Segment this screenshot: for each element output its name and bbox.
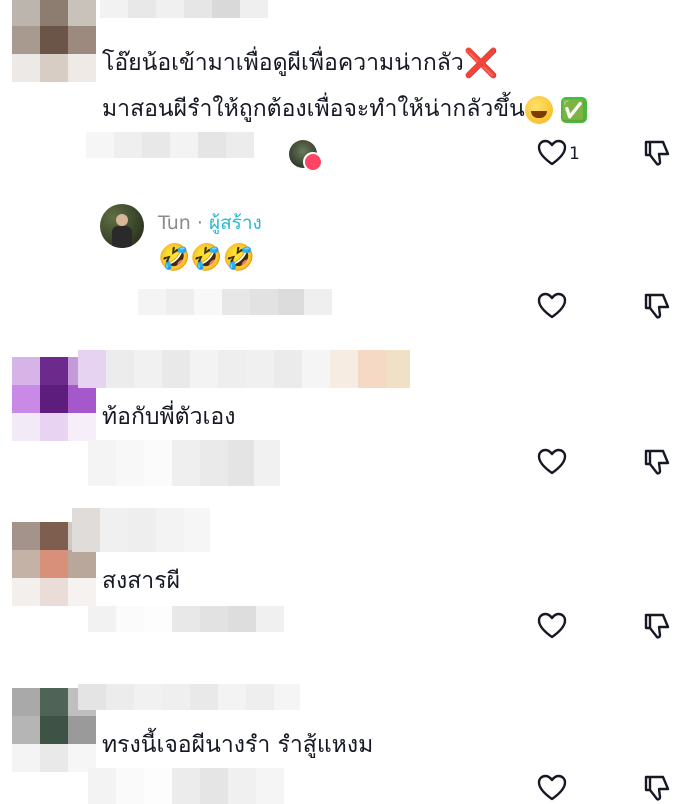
username-blurred[interactable] xyxy=(78,684,300,710)
dislike-icon[interactable] xyxy=(640,772,672,804)
heart-badge-icon xyxy=(303,152,323,172)
username-blurred[interactable] xyxy=(78,350,410,388)
timestamp-blurred xyxy=(88,606,284,632)
like-heart-icon[interactable] xyxy=(536,446,568,478)
comment-text: โอ๊ยน้อเข้ามาเพื่อดูผีเพื่อความน่ากลัว❌ xyxy=(102,48,499,79)
comment-text: มาสอนผีรำให้ถูกต้องเพื่อจะทำให้น่ากลัวขึ… xyxy=(102,94,587,124)
timestamp-blurred xyxy=(88,440,280,486)
like-count: 1 xyxy=(569,144,580,164)
timestamp-blurred xyxy=(88,768,284,804)
username-blurred[interactable] xyxy=(100,0,270,18)
creator-liked-avatar xyxy=(289,140,323,172)
avatar[interactable] xyxy=(12,0,96,82)
like-heart-icon[interactable] xyxy=(536,610,568,642)
like-heart-icon[interactable] xyxy=(536,137,568,169)
dislike-icon[interactable] xyxy=(640,446,672,478)
comment-text-line: มาสอนผีรำให้ถูกต้องเพื่อจะทำให้น่ากลัวขึ… xyxy=(102,96,525,122)
like-heart-icon[interactable] xyxy=(536,290,568,322)
avatar-figure xyxy=(116,214,128,226)
timestamp-blurred xyxy=(138,289,332,315)
cross-mark-icon: ❌ xyxy=(463,46,499,80)
comment-text: สงสารผี xyxy=(102,568,181,594)
username[interactable]: Tun xyxy=(158,212,191,234)
timestamp-blurred xyxy=(86,132,272,158)
check-mark-icon: ✅ xyxy=(560,96,587,123)
laughing-emoji-icon xyxy=(524,95,553,124)
creator-badge: ผู้สร้าง xyxy=(208,212,262,234)
creator-avatar[interactable] xyxy=(100,204,144,248)
dislike-icon[interactable] xyxy=(640,610,672,642)
dislike-icon[interactable] xyxy=(640,137,672,169)
like-heart-icon[interactable] xyxy=(536,772,568,804)
reply-header: Tun · ผู้สร้าง xyxy=(158,208,262,238)
comment-text: ท้อกับพี่ตัวเอง xyxy=(102,404,236,430)
comment-text-line: โอ๊ยน้อเข้ามาเพื่อดูผีเพื่อความน่ากลัว xyxy=(102,50,464,76)
comment-text: 🤣🤣🤣 xyxy=(158,243,256,273)
dislike-icon[interactable] xyxy=(640,290,672,322)
avatar-figure-body xyxy=(112,226,132,248)
username-blurred[interactable] xyxy=(72,508,210,552)
comment-text: ทรงนี้เจอผีนางรำ รำสู้แหงม xyxy=(102,732,374,758)
separator: · xyxy=(196,212,203,234)
